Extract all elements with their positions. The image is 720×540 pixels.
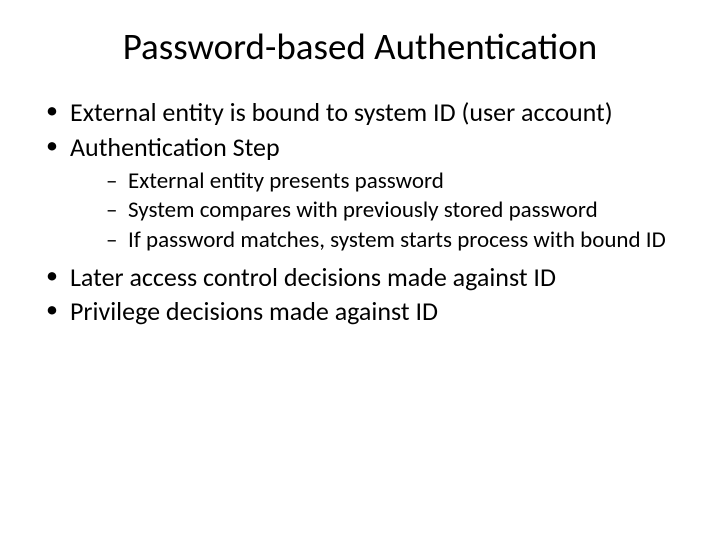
sub-bullet-item: System compares with previously stored p…	[70, 197, 680, 224]
sub-bullet-item: If password matches, system starts proce…	[70, 227, 680, 254]
sub-bullet-list: External entity presents password System…	[70, 168, 680, 253]
bullet-item: External entity is bound to system ID (u…	[40, 97, 680, 128]
bullet-text: Authentication Step	[70, 131, 280, 163]
bullet-item: Later access control decisions made agai…	[40, 262, 680, 293]
bullet-item: Privilege decisions made against ID	[40, 296, 680, 327]
sub-bullet-item: External entity presents password	[70, 168, 680, 195]
bullet-item: Authentication Step External entity pres…	[40, 132, 680, 254]
slide-title: Password-based Authentication	[40, 24, 680, 69]
slide: Password-based Authentication External e…	[0, 0, 720, 540]
bullet-list: External entity is bound to system ID (u…	[40, 97, 680, 327]
